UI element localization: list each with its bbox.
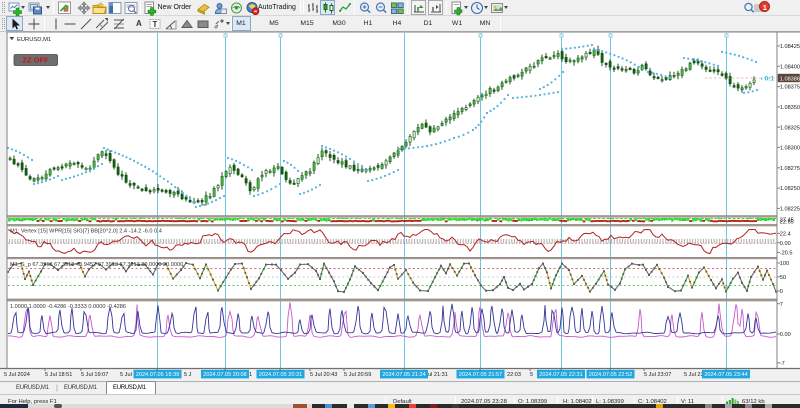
svg-text:5 Jul: 5 Jul	[120, 372, 132, 378]
svg-text:1.08325: 1.08325	[780, 125, 800, 131]
svg-text:1.08225: 1.08225	[780, 207, 800, 213]
svg-text:EURUSD,M1: EURUSD,M1	[17, 37, 51, 43]
svg-text:2024.07.05 23:44: 2024.07.05 23:44	[704, 372, 748, 378]
svg-text:1: 1	[249, 372, 252, 378]
svg-text:2024.07.05 22:31: 2024.07.05 22:31	[539, 372, 583, 378]
svg-text:0: 0	[780, 289, 783, 295]
svg-text:1.08400: 1.08400	[780, 64, 800, 70]
svg-text:1.08425: 1.08425	[780, 44, 800, 50]
svg-text:‹ 0:1: ‹ 0:1	[761, 76, 775, 83]
svg-text:-20.5: -20.5	[780, 251, 793, 257]
svg-text:1.0000 1.0000 -0.4286 -0.3333: 1.0000 1.0000 -0.4286 -0.3333 0.0000 -0.…	[10, 304, 126, 310]
svg-text:1.08386: 1.08386	[780, 76, 800, 82]
svg-text:5 Jul 2024: 5 Jul 2024	[4, 372, 30, 378]
svg-text:5 J: 5 J	[184, 372, 192, 378]
svg-text:M1: Vertex [15] WPR[15] SIG[7]: M1: Vertex [15] WPR[15] SIG[7] BB[20^2.0…	[10, 229, 162, 235]
svg-text:2024.07.05 19:39: 2024.07.05 19:39	[136, 372, 180, 378]
svg-text:0.00: 0.00	[780, 241, 791, 247]
svg-text:M1_S_p 67.3913 67.3913 43.9452: M1_S_p 67.3913 67.3913 43.9452 67.3913 6…	[10, 262, 183, 268]
svg-text:5 Jul 20:43: 5 Jul 20:43	[310, 372, 337, 378]
svg-text:-7: -7	[780, 361, 785, 367]
svg-text:2024.07.05 20:08: 2024.07.05 20:08	[203, 372, 247, 378]
svg-text:5 Jul 19:07: 5 Jul 19:07	[81, 372, 108, 378]
svg-text:2024.07.05 21:57: 2024.07.05 21:57	[459, 372, 503, 378]
svg-text:22.4: 22.4	[780, 232, 791, 238]
svg-text:22:03: 22:03	[507, 372, 521, 378]
svg-text:1.08375: 1.08375	[780, 85, 800, 91]
svg-text:2024.07.05 20:31: 2024.07.05 20:31	[259, 372, 303, 378]
svg-text:5 Jul 23:07: 5 Jul 23:07	[644, 372, 671, 378]
svg-text:1.08350: 1.08350	[780, 105, 800, 111]
svg-text:50: 50	[780, 275, 786, 281]
svg-text:2024.07.05 22:52: 2024.07.05 22:52	[589, 372, 633, 378]
svg-text:1.08250: 1.08250	[780, 186, 800, 192]
svg-text:5 Jul 18:51: 5 Jul 18:51	[45, 372, 72, 378]
svg-text:1.08275: 1.08275	[780, 166, 800, 172]
svg-text:ZZ OFF: ZZ OFF	[22, 56, 49, 65]
svg-text:5: 5	[530, 372, 533, 378]
svg-text:22.65: 22.65	[780, 220, 794, 226]
svg-text:2024.07.05 21:24: 2024.07.05 21:24	[382, 372, 426, 378]
svg-text:7: 7	[780, 302, 783, 308]
svg-text:1.08300: 1.08300	[780, 146, 800, 152]
svg-text:0.00: 0.00	[780, 332, 791, 338]
svg-text:ul 21:31: ul 21:31	[428, 372, 448, 378]
svg-text:5 Jul 20:59: 5 Jul 20:59	[344, 372, 371, 378]
svg-text:100: 100	[780, 261, 789, 267]
